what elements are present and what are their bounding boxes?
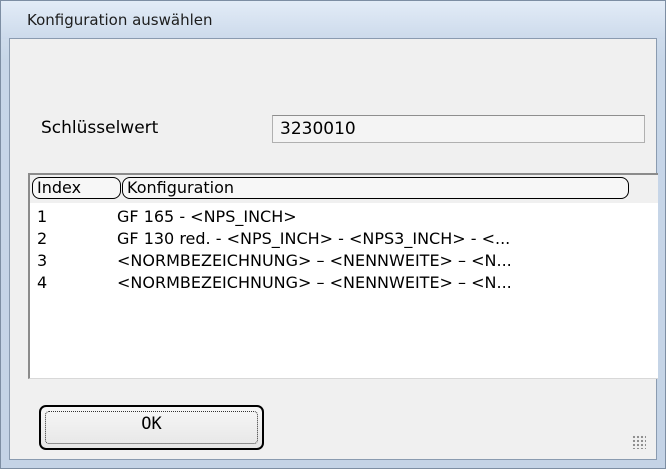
column-header-configuration[interactable]: Konfiguration — [122, 177, 629, 199]
key-value-field[interactable]: 3230010 — [272, 115, 645, 143]
ok-button-label: OK — [141, 414, 162, 434]
configuration-list[interactable]: Index Konfiguration 1 GF 165 - <NPS_INCH… — [28, 173, 658, 379]
list-item[interactable]: 3 <NORMBEZEICHNUNG> – <NENNWEITE> – <N..… — [30, 250, 658, 272]
list-item[interactable]: 1 GF 165 - <NPS_INCH> — [30, 206, 658, 228]
row-configuration: GF 130 red. - <NPS_INCH> - <NPS3_INCH> -… — [117, 229, 511, 248]
row-configuration: GF 165 - <NPS_INCH> — [117, 207, 297, 226]
resize-grip-icon[interactable] — [632, 435, 646, 449]
list-item[interactable]: 4 <NORMBEZEICHNUNG> – <NENNWEITE> – <N..… — [30, 272, 658, 294]
list-header: Index Konfiguration — [30, 175, 658, 203]
ok-button[interactable]: OK — [39, 405, 264, 450]
row-configuration: <NORMBEZEICHNUNG> – <NENNWEITE> – <N... — [117, 273, 512, 292]
list-rows: 1 GF 165 - <NPS_INCH> 2 GF 130 red. - <N… — [30, 206, 658, 294]
row-index: 2 — [37, 229, 48, 248]
window-title: Konfiguration auswählen — [27, 11, 213, 29]
list-item[interactable]: 2 GF 130 red. - <NPS_INCH> - <NPS3_INCH>… — [30, 228, 658, 250]
row-index: 4 — [37, 273, 48, 292]
column-header-index[interactable]: Index — [32, 177, 121, 199]
row-index: 1 — [37, 207, 48, 226]
row-configuration: <NORMBEZEICHNUNG> – <NENNWEITE> – <N... — [117, 251, 512, 270]
key-label: Schlüsselwert — [41, 118, 159, 138]
dialog-content: Schlüsselwert 3230010 Index Konfiguratio… — [9, 38, 658, 460]
row-index: 3 — [37, 251, 48, 270]
title-bar[interactable]: Konfiguration auswählen — [1, 1, 665, 39]
